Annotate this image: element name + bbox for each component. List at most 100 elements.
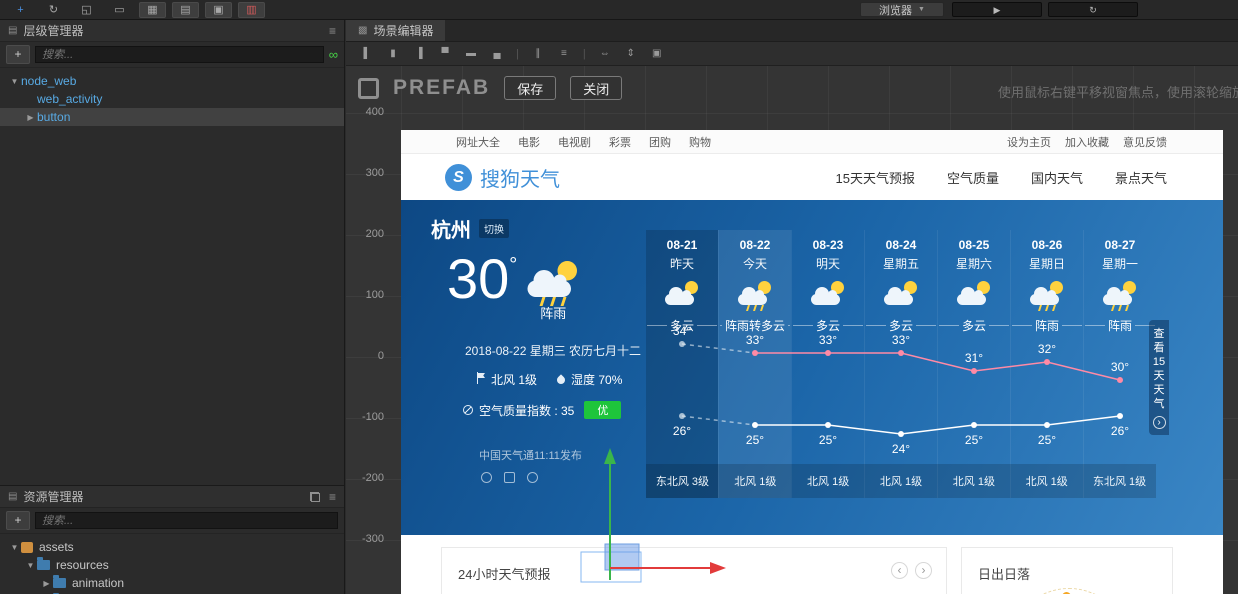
align-h-center-icon[interactable]: ▮ <box>382 45 404 63</box>
forecast-day-column[interactable]: 08-24 星期五 多云 <box>864 230 937 498</box>
wireframe-toggle-button[interactable]: ▣ <box>205 2 232 18</box>
topbar-link[interactable]: 设为主页 <box>1007 134 1051 150</box>
align-bottom-icon[interactable]: ▄ <box>486 45 508 63</box>
arrow-right-icon: › <box>1152 416 1166 429</box>
hierarchy-search-input[interactable] <box>35 46 324 63</box>
weather-cloudy-icon <box>883 281 919 307</box>
expand-arrow-icon[interactable]: ▼ <box>8 543 21 552</box>
rotate-tool-button[interactable]: ↻ <box>40 2 67 18</box>
tree-item-label: node_web <box>21 74 77 88</box>
forecast-day-column[interactable]: 08-27 星期一 阵雨 <box>1083 230 1156 498</box>
condition-text: 多云 <box>816 319 841 333</box>
tree-item-assets[interactable]: ▼ assets <box>0 538 344 556</box>
page-bottom-section: 24小时天气预报 ‹ › 日出日落 <box>401 535 1223 594</box>
header-nav-item[interactable]: 景点天气 <box>1115 168 1167 187</box>
scene-canvas[interactable]: 4003002001000-100-200-300-400 PREFAB 保存 … <box>346 66 1238 594</box>
match-size-icon[interactable]: ▣ <box>646 45 668 63</box>
view-15day-button[interactable]: 查看 15 天天气 › <box>1149 320 1169 435</box>
topbar-link[interactable]: 网址大全 <box>456 134 500 150</box>
topbar-link[interactable]: 加入收藏 <box>1065 134 1109 150</box>
pivot-toggle-button[interactable]: ▦ <box>139 2 166 18</box>
tree-item-resources[interactable]: ▼ resources <box>0 556 344 574</box>
align-v-middle-icon[interactable]: ▬ <box>460 45 482 63</box>
forecast-day-column[interactable]: 08-22 今天 阵雨转多云 <box>718 230 791 498</box>
forecast-condition: 阵雨 <box>1011 317 1083 334</box>
hierarchy-panel-header: ▤ 层级管理器 ≡ <box>0 20 344 42</box>
topbar-link[interactable]: 电影 <box>518 134 540 150</box>
forecast-wind: 东北风 3级 <box>655 476 710 488</box>
scene-tab-label: 场景编辑器 <box>373 24 434 38</box>
cloud-icon <box>527 270 572 297</box>
weather-cloudy-icon <box>956 281 992 307</box>
refresh-button[interactable]: ↻ <box>1048 2 1138 17</box>
topbar-link[interactable]: 电视剧 <box>558 134 591 150</box>
expand-arrow-icon[interactable]: ▼ <box>8 77 21 86</box>
topbar-link[interactable]: 团购 <box>649 134 671 150</box>
mobile-icon[interactable] <box>527 472 538 483</box>
editor-tab-bar: ▩ 场景编辑器 <box>346 20 1238 42</box>
align-left-icon[interactable]: ▌ <box>356 45 378 63</box>
prev-page-button[interactable]: ‹ <box>891 562 908 579</box>
forecast-day-column[interactable]: 08-26 星期日 阵雨 <box>1010 230 1083 498</box>
tab-scene-editor[interactable]: ▩ 场景编辑器 <box>346 20 446 41</box>
forecast-day-label: 今天 <box>742 257 767 271</box>
assets-search-input[interactable] <box>35 512 338 529</box>
condition-text: 阵雨转多云 <box>725 319 786 333</box>
link-icon[interactable]: ∞ <box>329 47 338 62</box>
rect-tool-button[interactable]: ▭ <box>106 2 133 18</box>
folder-icon <box>37 557 50 570</box>
assets-tree: ▼assets▼resources▶animation▶fnt <box>0 534 344 594</box>
browser-select[interactable]: 浏览器 ▼ <box>860 2 944 17</box>
forecast-day-label: 明天 <box>815 257 840 271</box>
sogou-logo[interactable]: S 搜狗天气 <box>445 163 560 192</box>
move-tool-button[interactable]: + <box>7 2 34 18</box>
topbar-link[interactable]: 意见反馈 <box>1123 134 1167 150</box>
topbar-link[interactable]: 购物 <box>689 134 711 150</box>
topbar-link[interactable]: 彩票 <box>609 134 631 150</box>
distribute-h-icon[interactable]: ∥ <box>527 45 549 63</box>
match-height-icon[interactable]: ⇕ <box>620 45 642 63</box>
weather-shower-icon <box>1029 281 1065 311</box>
header-nav-item[interactable]: 空气质量 <box>947 168 999 187</box>
share-icon[interactable] <box>481 472 492 483</box>
play-button[interactable]: ▶ <box>952 2 1042 17</box>
tree-item-button[interactable]: ▶ button <box>0 108 344 126</box>
assets-menu-icon[interactable]: ≡ <box>329 490 336 504</box>
forecast-day-column[interactable]: 08-21 昨天 多云 <box>646 230 718 498</box>
grid-toggle-button[interactable]: ▤ <box>172 2 199 18</box>
expand-arrow-icon[interactable]: ▶ <box>40 579 53 588</box>
hierarchy-menu-icon[interactable]: ≡ <box>329 24 336 38</box>
tree-item-animation[interactable]: ▶ animation <box>0 574 344 592</box>
save-button[interactable]: 保存 <box>504 76 557 100</box>
pager: ‹ › <box>891 562 932 579</box>
condition-text: 阵雨 <box>1035 319 1060 333</box>
expand-arrow-icon[interactable]: ▼ <box>24 561 37 570</box>
forecast-wind: 北风 1级 <box>1025 476 1068 488</box>
align-top-icon[interactable]: ▀ <box>434 45 456 63</box>
distribute-v-icon[interactable]: ≡ <box>553 45 575 63</box>
scale-tool-button[interactable]: ◱ <box>73 2 100 18</box>
forecast-wind: 北风 1级 <box>879 476 923 488</box>
next-page-button[interactable]: › <box>915 562 932 579</box>
match-width-icon[interactable]: ⇔ <box>594 45 616 63</box>
header-nav-item[interactable]: 国内天气 <box>1031 168 1083 187</box>
align-right-icon[interactable]: ▐ <box>408 45 430 63</box>
expand-arrow-icon[interactable]: ▶ <box>24 113 37 122</box>
tree-item-web_activity[interactable]: web_activity <box>0 90 344 108</box>
forecast-day-column[interactable]: 08-23 明天 多云 <box>791 230 864 498</box>
forecast-day-column[interactable]: 08-25 星期六 多云 <box>937 230 1010 498</box>
dock-icon[interactable] <box>309 491 320 502</box>
close-button[interactable]: 关闭 <box>570 76 623 100</box>
tree-item-label: animation <box>72 576 125 590</box>
debug-toggle-button[interactable]: ▥ <box>238 2 265 18</box>
cloud-icon <box>665 287 694 305</box>
header-nav-item[interactable]: 15天天气预报 <box>835 168 914 187</box>
rain-icon <box>1038 305 1042 311</box>
city-switch-button[interactable]: 切换 <box>479 219 509 238</box>
ruler-label: 100 <box>365 289 384 301</box>
tree-item-node_web[interactable]: ▼ node_web <box>0 72 344 90</box>
assets-panel: ▤ 资源管理器 ≡ + ▼assets▼resources▶animation▶… <box>0 485 344 594</box>
hierarchy-add-button[interactable]: + <box>6 45 30 64</box>
comment-icon[interactable] <box>504 472 515 483</box>
assets-add-button[interactable]: + <box>6 511 30 530</box>
